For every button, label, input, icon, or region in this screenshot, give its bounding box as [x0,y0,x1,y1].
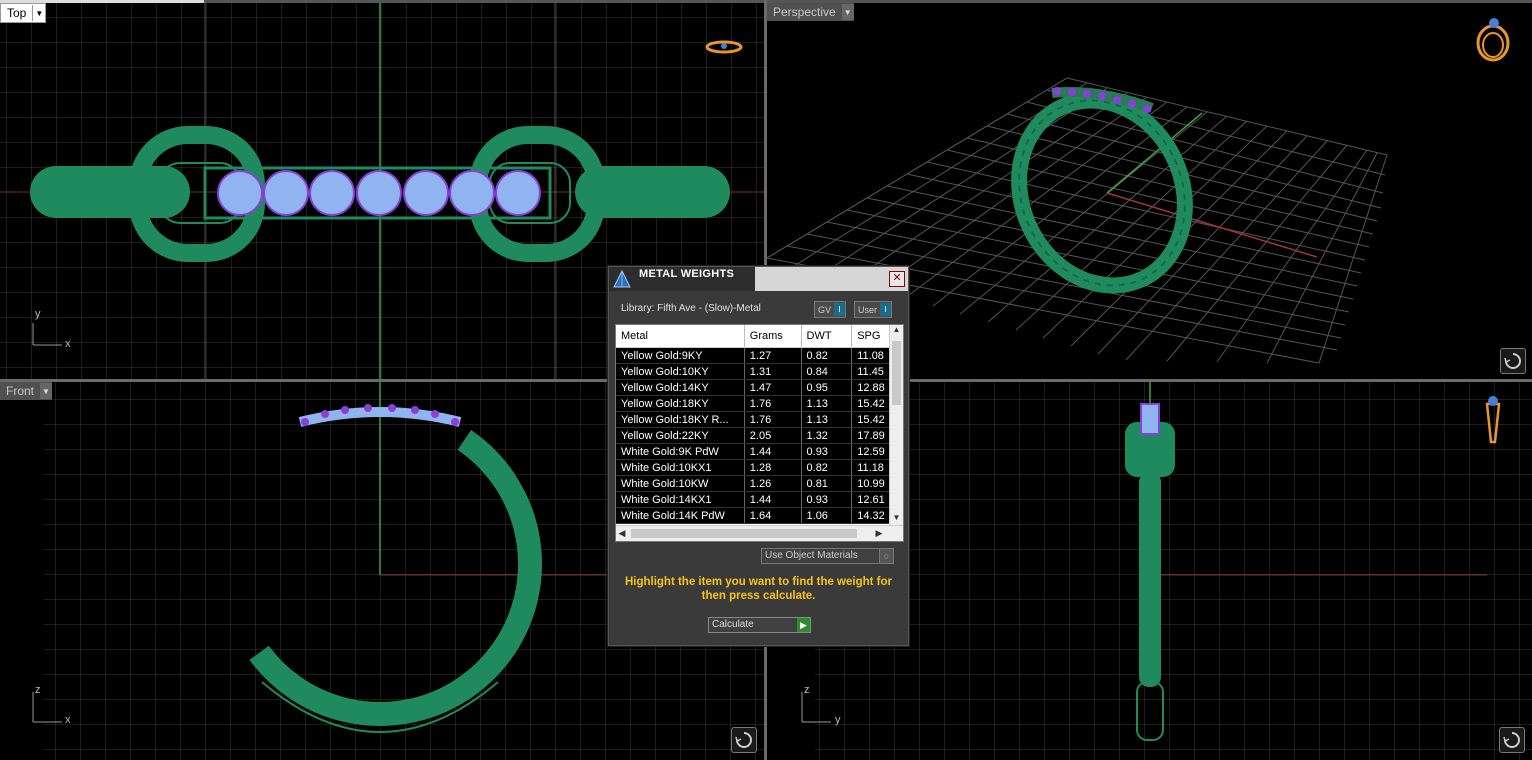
cell-grams: 1.76 [744,411,802,428]
table-row[interactable]: White Gold:14K PdW 1.64 1.06 14.32 [616,507,903,524]
table-row[interactable]: Yellow Gold:9KY 1.27 0.82 11.08 [616,347,903,364]
instruction-text: Highlight the item you want to find the … [624,576,893,602]
cell-dwt: 0.95 [801,379,853,396]
cell-dwt: 0.82 [801,347,853,364]
table-row[interactable]: White Gold:14KX1 1.44 0.93 12.61 [616,491,903,508]
use-object-materials-option[interactable]: Use Object Materials ○ [761,548,894,564]
cell-grams: 1.76 [744,395,802,412]
ring-preview-icon[interactable] [1473,15,1513,65]
cell-grams: 1.44 [744,491,802,508]
cell-metal: Yellow Gold:10KY [616,363,745,380]
dropdown-arrow-icon[interactable]: ▼ [841,4,854,20]
scroll-down-icon[interactable]: ▼ [890,513,903,525]
cell-dwt: 0.82 [801,459,853,476]
user-toggle[interactable]: User I [854,301,893,318]
play-arrow-icon[interactable]: ▶ [797,618,810,632]
metal-weights-dialog[interactable]: METAL WEIGHTS ✕ Library: Fifth Ave - (Sl… [608,266,909,646]
dialog-title: METAL WEIGHTS [639,268,735,280]
vertical-scrollbar[interactable]: ▲ ▼ [889,325,903,525]
use-object-materials-label: Use Object Materials [765,550,858,561]
toggle-knob-icon: I [880,303,892,316]
ring-perspective-view [1011,87,1193,294]
dropdown-arrow-icon[interactable]: ▼ [40,383,53,399]
viewport-name: Front [6,384,35,398]
horizontal-scrollbar[interactable]: ◀ ▶ [616,525,903,541]
user-toggle-label: User [858,304,878,315]
table-row[interactable]: White Gold:10KW 1.26 0.81 10.99 [616,475,903,492]
rotate-reset-icon[interactable] [1500,348,1526,374]
cell-metal: White Gold:10KW [616,475,745,492]
toggle-knob-icon: I [834,303,846,316]
calculate-button[interactable]: Calculate ▶ [708,617,811,633]
cell-grams: 1.47 [744,379,802,396]
cell-grams: 2.05 [744,427,802,444]
viewport-label-front[interactable]: Front ▼ [0,382,53,400]
cell-dwt: 1.13 [801,395,853,412]
cell-metal: White Gold:9K PdW [616,443,745,460]
scroll-thumb[interactable] [631,529,857,538]
axis-label-y: y [835,714,841,726]
table-row[interactable]: Yellow Gold:10KY 1.31 0.84 11.45 [616,363,903,380]
cell-grams: 1.28 [744,459,802,476]
ring-preview-icon[interactable] [704,37,744,59]
rotate-reset-icon[interactable] [1499,727,1525,753]
cell-grams: 1.26 [744,475,802,492]
table-row[interactable]: White Gold:9K PdW 1.44 0.93 12.59 [616,443,903,460]
cell-dwt: 1.06 [801,507,853,524]
metal-table[interactable]: Metal Grams DWT SPG Yellow Gold:9KY 1.27 0… [615,324,904,542]
table-row[interactable]: Yellow Gold:18KY R... 1.76 1.13 15.42 [616,411,903,428]
viewport-name: Top [7,6,27,20]
cell-metal: White Gold:10KX1 [616,459,745,476]
cell-metal: Yellow Gold:18KY R... [616,411,745,428]
cell-grams: 1.64 [744,507,802,524]
column-header-metal[interactable]: Metal [616,325,745,348]
cell-metal: Yellow Gold:9KY [616,347,745,364]
column-header-dwt[interactable]: DWT [801,325,853,348]
cell-dwt: 0.93 [801,443,853,460]
rotate-reset-icon[interactable] [731,727,757,753]
cell-dwt: 0.81 [801,475,853,492]
cell-metal: White Gold:14KX1 [616,491,745,508]
viewport-label-top[interactable]: Top ▼ [0,3,47,23]
table-header-row: Metal Grams DWT SPG [616,325,903,348]
axis-label-x: x [65,714,71,726]
gem-logo-icon [613,269,631,288]
viewport-name: Perspective [773,5,836,19]
cell-dwt: 0.93 [801,491,853,508]
column-header-grams[interactable]: Grams [744,325,802,348]
cell-metal: Yellow Gold:18KY [616,395,745,412]
gv-toggle-label: GV [818,304,832,315]
cell-grams: 1.27 [744,347,802,364]
table-row[interactable]: Yellow Gold:14KY 1.47 0.95 12.88 [616,379,903,396]
axis-label-z: z [804,684,810,696]
table-row[interactable]: Yellow Gold:18KY 1.76 1.13 15.42 [616,395,903,412]
dialog-titlebar[interactable]: METAL WEIGHTS ✕ [609,267,908,291]
viewport-label-perspective[interactable]: Perspective ▼ [767,3,854,21]
scroll-right-icon[interactable]: ▶ [873,526,885,541]
library-label: Library: Fifth Ave - (Slow)-Metal [621,303,761,314]
axis-label-z: z [35,684,41,696]
close-icon[interactable]: ✕ [889,271,905,287]
scroll-up-icon[interactable]: ▲ [890,325,903,337]
cell-metal: Yellow Gold:22KY [616,427,745,444]
scroll-left-icon[interactable]: ◀ [616,526,628,541]
cell-metal: Yellow Gold:14KY [616,379,745,396]
axis-label-x: x [65,338,71,350]
cell-grams: 1.44 [744,443,802,460]
axis-label-y: y [35,308,41,320]
calculate-label: Calculate [712,619,754,630]
cell-dwt: 1.32 [801,427,853,444]
cell-metal: White Gold:14K PdW [616,507,745,524]
ring-preview-icon[interactable] [1481,394,1505,446]
cell-dwt: 0.84 [801,363,853,380]
cell-dwt: 1.13 [801,411,853,428]
cell-grams: 1.31 [744,363,802,380]
dropdown-arrow-icon[interactable]: ▼ [32,5,45,21]
table-row[interactable]: Yellow Gold:22KY 2.05 1.32 17.89 [616,427,903,444]
gv-toggle[interactable]: GV I [814,301,847,318]
scroll-thumb[interactable] [892,341,901,405]
checkbox-icon[interactable]: ○ [879,549,893,563]
table-row[interactable]: White Gold:10KX1 1.28 0.82 11.18 [616,459,903,476]
